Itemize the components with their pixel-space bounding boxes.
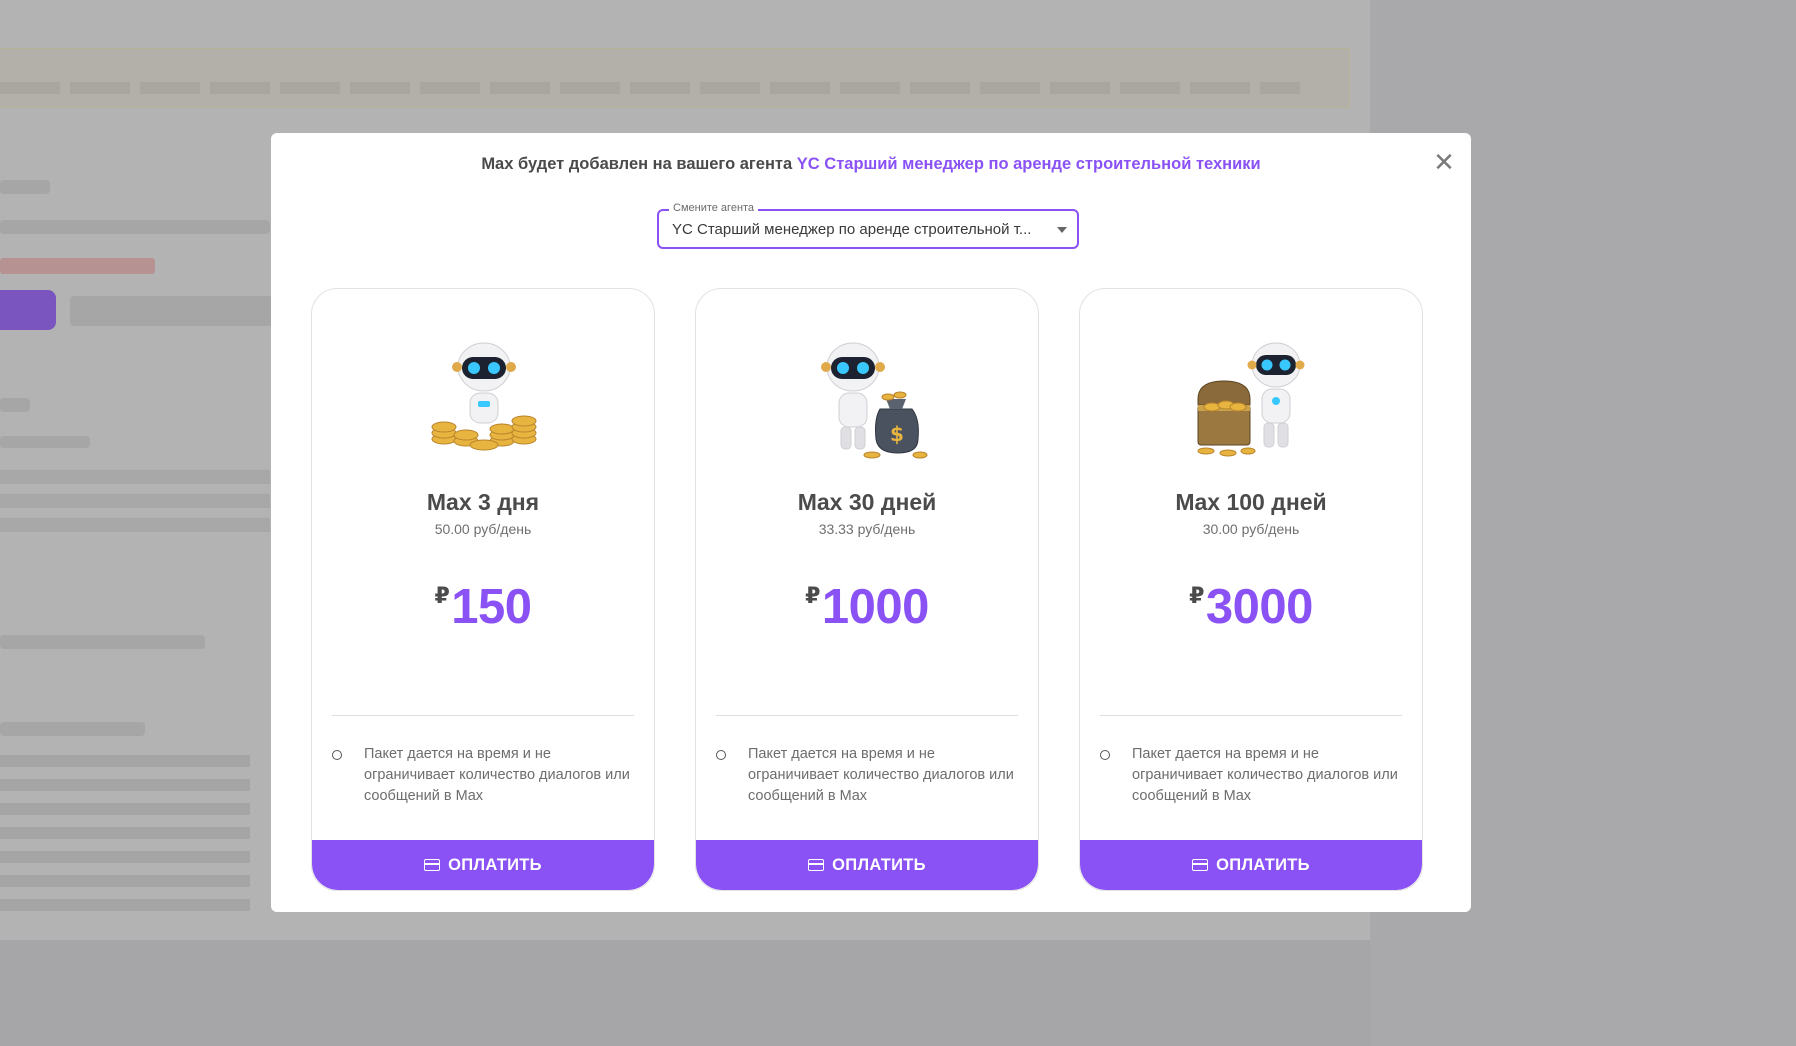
plan-feature-text: Пакет дается на время и не ограничивает …: [1132, 746, 1398, 804]
background-input: [70, 296, 280, 326]
credit-card-icon: [808, 859, 825, 871]
background-error-text: [0, 258, 155, 274]
plan-card: $ Max 30 дней 33.33 руб/день ₽1000 Пакет…: [695, 288, 1039, 891]
plan-price-value: 150: [451, 580, 532, 634]
plan-price-value: 1000: [821, 580, 930, 634]
agent-select-value[interactable]: YC Старший менеджер по аренде строительн…: [672, 221, 1032, 238]
pricing-modal: ✕ Max будет добавлен на вашего агента YC…: [271, 133, 1471, 912]
circle-bullet-icon: [1100, 750, 1110, 760]
plan-price: ₽150: [312, 579, 654, 635]
background-text: [0, 180, 50, 194]
pay-button[interactable]: ОПЛАТИТЬ: [696, 840, 1038, 890]
background-banner: [0, 48, 1350, 108]
ruble-icon: ₽: [434, 583, 450, 608]
credit-card-icon: [424, 859, 441, 871]
pay-button-label: ОПЛАТИТЬ: [448, 855, 542, 874]
background-text: [0, 220, 270, 234]
ruble-icon: ₽: [805, 583, 820, 608]
chevron-down-icon[interactable]: [1057, 227, 1067, 233]
agent-name-link: YC Старший менеджер по аренде строительн…: [796, 155, 1261, 173]
background-list: [0, 755, 250, 915]
plan-feature-text: Пакет дается на время и не ограничивает …: [364, 746, 630, 804]
circle-bullet-icon: [332, 750, 342, 760]
pay-button-label: ОПЛАТИТЬ: [1216, 855, 1310, 874]
credit-card-icon: [1192, 859, 1209, 871]
plan-name: Max 30 дней: [797, 489, 937, 515]
plan-feature-text: Пакет дается на время и не ограничивает …: [748, 746, 1014, 804]
background-banner-text: [0, 82, 1300, 94]
background-button: [0, 290, 56, 330]
pay-button[interactable]: ОПЛАТИТЬ: [1080, 840, 1422, 890]
plan-card: Max 3 дня 50.00 руб/день ₽150 Пакет дает…: [311, 288, 655, 891]
plan-price-value: 3000: [1205, 580, 1314, 634]
pay-button-label: ОПЛАТИТЬ: [832, 855, 926, 874]
plan-name: Max 3 дня: [426, 489, 540, 515]
background-text: [0, 635, 205, 649]
plan-price: ₽1000: [696, 579, 1038, 635]
divider: [1100, 715, 1402, 716]
plan-price: ₽3000: [1080, 579, 1422, 635]
background-paragraph: [0, 470, 270, 542]
plan-rate: 50.00 руб/день: [434, 521, 532, 537]
divider: [716, 715, 1018, 716]
robot-with-treasure-chest-icon: [1197, 342, 1305, 457]
agent-select-label: Смените агента: [669, 202, 759, 214]
plan-card: Max 100 дней 30.00 руб/день ₽3000 Пакет …: [1079, 288, 1423, 891]
plan-rate: 33.33 руб/день: [818, 521, 916, 537]
plan-cards: Max 3 дня 50.00 руб/день ₽150 Пакет дает…: [311, 288, 1423, 891]
background-text: [0, 436, 90, 448]
plan-rate: 30.00 руб/день: [1202, 521, 1300, 537]
plan-name: Max 100 дней: [1175, 489, 1327, 515]
robot-with-money-bag-icon: $: [821, 342, 928, 459]
background-text: [0, 722, 145, 736]
agent-select[interactable]: Смените агента YC Старший менеджер по ар…: [657, 202, 1079, 249]
circle-bullet-icon: [716, 750, 726, 760]
ruble-icon: ₽: [1189, 583, 1204, 608]
pay-button[interactable]: ОПЛАТИТЬ: [312, 840, 654, 890]
divider: [332, 715, 634, 716]
background-text: [0, 398, 30, 412]
svg-text:$: $: [890, 422, 904, 446]
modal-title-prefix: Max будет добавлен на вашего агента: [481, 155, 797, 173]
modal-title: Max будет добавлен на вашего агента YC С…: [271, 155, 1471, 174]
robot-with-coins-icon: [431, 342, 537, 451]
